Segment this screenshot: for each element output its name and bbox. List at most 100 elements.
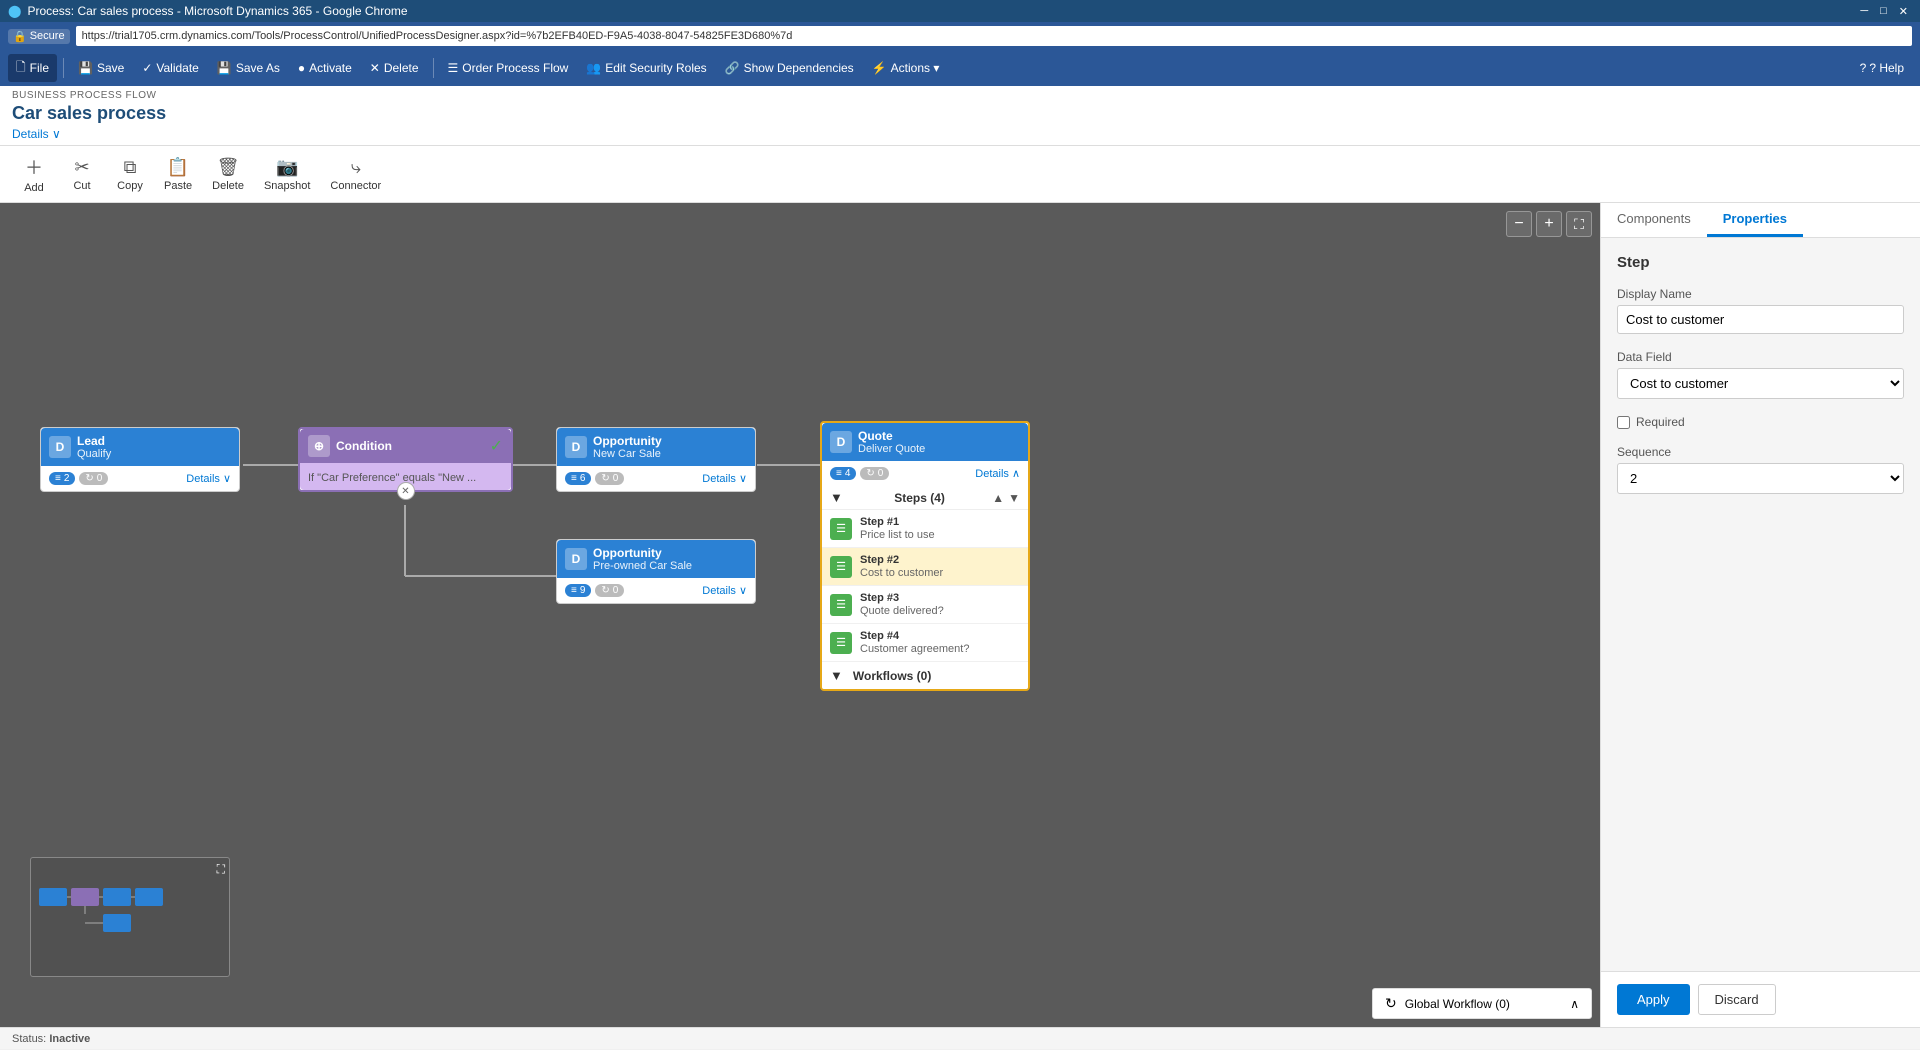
show-dependencies-button[interactable]: 🔗 Show Dependencies: [717, 54, 862, 82]
opportunity-preowned-titles: Opportunity Pre-owned Car Sale: [593, 546, 692, 572]
activate-button[interactable]: ● Activate: [290, 54, 360, 82]
url-input[interactable]: [76, 26, 1912, 46]
delete-toolbar-label: Delete: [212, 180, 244, 192]
condition-node-icon: ⊕: [308, 435, 330, 457]
add-button[interactable]: ＋ Add: [12, 150, 56, 198]
quote-node[interactable]: D Quote Deliver Quote ≡ 4 ↻ 0 Details ∧: [820, 421, 1030, 691]
delete-toolbar-button[interactable]: 🗑 Delete: [204, 153, 252, 196]
display-name-input[interactable]: [1617, 305, 1904, 334]
connector-icon: ⤷: [351, 157, 361, 178]
step-1-item[interactable]: ☰ Step #1 Price list to use: [822, 510, 1028, 548]
save-button[interactable]: 💾 Save: [70, 54, 132, 82]
minimize-button[interactable]: ─: [1856, 5, 1872, 18]
quote-details-button[interactable]: Details ∧: [975, 467, 1020, 480]
steps-down-button[interactable]: ▼: [1008, 491, 1020, 505]
window-controls[interactable]: ─ □ ✕: [1856, 5, 1912, 18]
help-button[interactable]: ? ? Help: [1852, 57, 1912, 79]
condition-node[interactable]: ⊕ Condition ✓ If "Car Preference" equals…: [298, 427, 513, 492]
opp-new-details-button[interactable]: Details ∨: [702, 472, 747, 485]
order-process-flow-button[interactable]: ☰ Order Process Flow: [440, 54, 577, 82]
page-header: BUSINESS PROCESS FLOW Car sales process …: [0, 86, 1920, 146]
workflows-label: Workflows (0): [853, 669, 931, 683]
help-label: ? Help: [1869, 61, 1904, 75]
condition-name: If "Car Preference" equals "New ...: [308, 472, 476, 484]
apply-button[interactable]: Apply: [1617, 984, 1690, 1015]
required-checkbox[interactable]: [1617, 416, 1630, 429]
lead-details-label: Details ∨: [186, 472, 231, 485]
copy-icon: ⧉: [124, 157, 137, 178]
quote-workflows-badge: ↻ 0: [860, 467, 889, 480]
maximize-button[interactable]: □: [1876, 5, 1891, 18]
copy-button[interactable]: ⧉ Copy: [108, 153, 152, 196]
fit-screen-button[interactable]: ⛶: [1566, 211, 1592, 237]
data-field-select[interactable]: Cost to customer: [1617, 368, 1904, 399]
toolbar: ＋ Add ✂ Cut ⧉ Copy 📋 Paste 🗑 Delete 📷 Sn…: [0, 146, 1920, 203]
lead-details-button[interactable]: Details ∨: [186, 472, 231, 485]
validate-button[interactable]: ✓ Validate: [134, 54, 207, 82]
opp-pre-details-button[interactable]: Details ∨: [702, 584, 747, 597]
quote-node-icon: D: [830, 431, 852, 453]
step-3-item[interactable]: ☰ Step #3 Quote delivered?: [822, 586, 1028, 624]
file-button[interactable]: 🗋 File: [8, 54, 57, 82]
step-2-item[interactable]: ☰ Step #2 Cost to customer: [822, 548, 1028, 586]
edit-security-roles-button[interactable]: 👥 Edit Security Roles: [578, 54, 714, 82]
sequence-select[interactable]: 1 2 3 4: [1617, 463, 1904, 494]
canvas-area[interactable]: − + ⛶ D Lead Qualify ≡ 2: [0, 203, 1600, 1027]
zoom-in-button[interactable]: +: [1536, 211, 1562, 237]
zoom-out-icon: −: [1514, 215, 1523, 233]
details-link[interactable]: Details ∨: [12, 127, 61, 145]
cut-label: Cut: [73, 180, 90, 192]
connector-button[interactable]: ⤷ Connector: [322, 153, 389, 196]
status-bar: Status: Inactive: [0, 1027, 1920, 1049]
validate-icon: ✓: [142, 61, 152, 75]
delete-ribbon-button[interactable]: ✕ Delete: [362, 54, 427, 82]
quote-details-label: Details ∧: [975, 467, 1020, 480]
panel-section-title: Step: [1617, 254, 1904, 271]
lead-name: Qualify: [77, 448, 111, 460]
minimap-expand-button[interactable]: ⛶: [217, 862, 225, 877]
zoom-out-button[interactable]: −: [1506, 211, 1532, 237]
bpf-label: BUSINESS PROCESS FLOW: [12, 90, 1908, 101]
tab-components[interactable]: Components: [1601, 203, 1707, 237]
validate-label: Validate: [156, 61, 198, 75]
step-4-item[interactable]: ☰ Step #4 Customer agreement?: [822, 624, 1028, 662]
step-4-title: Step #4: [860, 630, 969, 642]
display-name-field: Display Name: [1617, 287, 1904, 334]
snapshot-icon: 📷: [276, 157, 298, 178]
dependencies-label: Show Dependencies: [744, 61, 854, 75]
global-workflow-bar[interactable]: ↻ Global Workflow (0) ∧: [1372, 988, 1592, 1019]
browser-icon: ⬤: [8, 4, 21, 18]
lead-node[interactable]: D Lead Qualify ≡ 2 ↻ 0 Details ∨: [40, 427, 240, 492]
snapshot-button[interactable]: 📷 Snapshot: [256, 153, 318, 196]
tab-properties[interactable]: Properties: [1707, 203, 1803, 237]
condition-node-titles: Condition: [336, 439, 392, 453]
minimap-lead: [39, 888, 67, 906]
workflows-row: ▼ Workflows (0): [822, 662, 1028, 689]
minimap-quote: [135, 888, 163, 906]
save-as-button[interactable]: 💾 Save As: [209, 54, 288, 82]
cut-button[interactable]: ✂ Cut: [60, 153, 104, 196]
required-field: Required: [1617, 415, 1904, 429]
paste-button[interactable]: 📋 Paste: [156, 153, 200, 196]
opp-pre-workflow-icon: ↻: [601, 585, 609, 596]
opportunity-preowned-node[interactable]: D Opportunity Pre-owned Car Sale ≡ 9 ↻ 0…: [556, 539, 756, 604]
steps-header: ▼ Steps (4) ▲ ▼: [822, 486, 1028, 510]
opportunity-new-titles: Opportunity New Car Sale: [593, 434, 662, 460]
discard-button[interactable]: Discard: [1698, 984, 1776, 1015]
lead-fields-count: 2: [64, 473, 70, 484]
close-button[interactable]: ✕: [1895, 5, 1912, 18]
opp-pre-fields-count: 9: [580, 585, 586, 596]
actions-button[interactable]: ⚡ Actions ▾: [864, 54, 948, 82]
activate-icon: ●: [298, 61, 305, 75]
steps-up-button[interactable]: ▲: [992, 491, 1004, 505]
steps-controls[interactable]: ▲ ▼: [992, 491, 1020, 505]
condition-close-button[interactable]: ✕: [397, 482, 415, 500]
saveas-icon: 💾: [217, 61, 232, 75]
canvas-toolbar: − + ⛶: [1506, 211, 1592, 237]
lead-node-icon: D: [49, 436, 71, 458]
opp-pre-workflows-count: 0: [613, 585, 619, 596]
step-4-icon: ☰: [830, 632, 852, 654]
save-as-label: Save As: [236, 61, 280, 75]
opportunity-new-node[interactable]: D Opportunity New Car Sale ≡ 6 ↻ 0 Detai…: [556, 427, 756, 492]
delete-ribbon-label: Delete: [384, 61, 419, 75]
